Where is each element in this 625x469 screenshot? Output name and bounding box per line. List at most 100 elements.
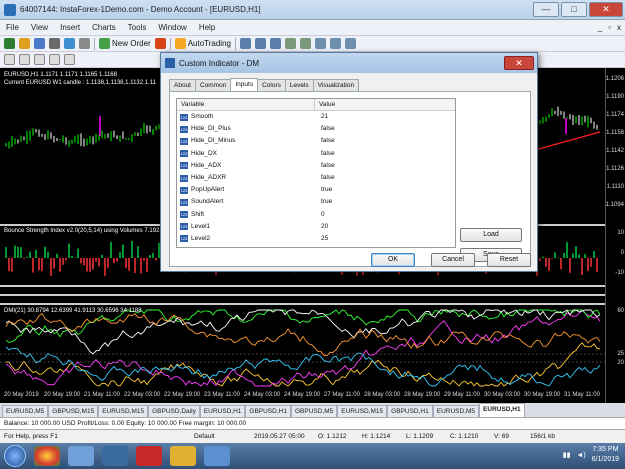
new-order-button[interactable]: New Order bbox=[99, 38, 151, 49]
param-row[interactable]: 123 SoundAlert true bbox=[177, 196, 455, 208]
tab-visualization[interactable]: Visualization bbox=[312, 79, 360, 91]
tile-windows-icon[interactable] bbox=[314, 38, 326, 49]
param-value[interactable]: false bbox=[315, 135, 335, 147]
tab-levels[interactable]: Levels bbox=[284, 79, 314, 91]
date-label: 20 May 2019 bbox=[4, 392, 39, 398]
indicator-icon bbox=[165, 58, 175, 68]
bsi-tick: 10 bbox=[617, 230, 624, 236]
column-variable[interactable]: Variable bbox=[177, 99, 315, 110]
param-value[interactable]: true bbox=[315, 196, 332, 208]
menu-tools[interactable]: Tools bbox=[128, 23, 147, 32]
chart-tab[interactable]: EURUSD,H1 bbox=[479, 403, 525, 417]
media-taskbar-icon[interactable] bbox=[204, 446, 230, 466]
mdi-minimize-button[interactable]: _ bbox=[598, 23, 602, 32]
menu-view[interactable]: View bbox=[31, 23, 48, 32]
profiles-icon[interactable] bbox=[19, 38, 30, 49]
param-row[interactable]: 123 Shift 0 bbox=[177, 209, 455, 221]
status-help: For Help, press F1 bbox=[4, 433, 58, 440]
horizontal-line-icon[interactable] bbox=[49, 54, 60, 65]
clock-time: 7:35 PM bbox=[592, 446, 619, 453]
param-value[interactable]: 0 bbox=[315, 209, 325, 221]
param-value[interactable]: 25 bbox=[315, 233, 328, 245]
param-row[interactable]: 123 PopUpAlert true bbox=[177, 184, 455, 196]
chart-tab[interactable]: EURUSD,M5 bbox=[432, 405, 480, 417]
param-value[interactable]: 21 bbox=[315, 111, 328, 123]
chrome-icon[interactable] bbox=[34, 446, 60, 466]
mdi-close-button[interactable]: x bbox=[617, 23, 621, 32]
market-watch-icon[interactable] bbox=[34, 38, 45, 49]
menu-charts[interactable]: Charts bbox=[92, 23, 116, 32]
variable-type-icon: 123 bbox=[180, 198, 188, 206]
chart-tab[interactable]: GBPUSD,H1 bbox=[387, 405, 433, 417]
chart-tab[interactable]: GBPUSD,H1 bbox=[245, 405, 291, 417]
metaeditor-icon[interactable] bbox=[154, 38, 166, 49]
dialog-close-button[interactable]: ✕ bbox=[504, 56, 534, 70]
tab-inputs[interactable]: Inputs bbox=[230, 78, 259, 91]
autotrading-button[interactable]: AutoTrading bbox=[174, 38, 231, 49]
chart-tab[interactable]: EURUSD,M5 bbox=[2, 405, 49, 417]
menu-help[interactable]: Help bbox=[199, 23, 215, 32]
maximize-button[interactable]: □ bbox=[561, 2, 587, 17]
explorer-icon[interactable] bbox=[68, 446, 94, 466]
param-value[interactable]: false bbox=[315, 123, 335, 135]
ok-button[interactable]: OK bbox=[371, 253, 415, 267]
param-value[interactable]: false bbox=[315, 172, 335, 184]
chart-tab[interactable]: EURUSD,M15 bbox=[98, 405, 149, 417]
panel-separator[interactable] bbox=[0, 294, 605, 296]
load-button[interactable]: Load bbox=[460, 228, 522, 242]
param-row[interactable]: 123 Level1 20 bbox=[177, 221, 455, 233]
chart-tab[interactable]: GBPUSD,Daily bbox=[148, 405, 200, 417]
notes-taskbar-icon[interactable] bbox=[170, 446, 196, 466]
new-chart-icon[interactable] bbox=[4, 38, 15, 49]
param-row[interactable]: 123 Hide_ADX false bbox=[177, 160, 455, 172]
clock[interactable]: 7:35 PM 6/1/2019 bbox=[592, 445, 619, 465]
trendline-icon[interactable] bbox=[64, 54, 75, 65]
param-row[interactable]: 123 Level2 25 bbox=[177, 233, 455, 245]
chart-tab[interactable]: GBPUSD,M5 bbox=[290, 405, 338, 417]
vertical-line-icon[interactable] bbox=[34, 54, 45, 65]
param-row[interactable]: 123 Smooth 21 bbox=[177, 111, 455, 123]
param-value[interactable]: false bbox=[315, 160, 335, 172]
menu-window[interactable]: Window bbox=[158, 23, 186, 32]
start-button[interactable] bbox=[4, 445, 26, 467]
chart-tab[interactable]: EURUSD,H1 bbox=[199, 405, 246, 417]
panel-separator[interactable] bbox=[0, 303, 605, 305]
menu-file[interactable]: File bbox=[6, 23, 19, 32]
app-taskbar-icon[interactable] bbox=[102, 446, 128, 466]
navigator-icon[interactable] bbox=[64, 38, 75, 49]
tab-about[interactable]: About bbox=[169, 79, 196, 91]
network-icon[interactable]: ▮▮ bbox=[563, 451, 571, 459]
volume-icon[interactable]: ◄) bbox=[576, 452, 585, 459]
autoscroll-icon[interactable] bbox=[329, 38, 341, 49]
line-chart-icon[interactable] bbox=[269, 38, 281, 49]
panel-separator[interactable] bbox=[0, 285, 605, 287]
terminal-icon[interactable] bbox=[79, 38, 90, 49]
bar-chart-icon[interactable] bbox=[239, 38, 251, 49]
close-button[interactable]: ✕ bbox=[589, 2, 623, 17]
tab-colors[interactable]: Colors bbox=[257, 79, 286, 91]
reset-button[interactable]: Reset bbox=[487, 253, 531, 267]
tab-common[interactable]: Common bbox=[195, 79, 232, 91]
minimize-button[interactable]: — bbox=[533, 2, 559, 17]
mt4-taskbar-icon[interactable] bbox=[136, 446, 162, 466]
zoom-in-icon[interactable] bbox=[284, 38, 296, 49]
cursor-icon[interactable] bbox=[4, 54, 15, 65]
chart-tab[interactable]: EURUSD,M15 bbox=[337, 405, 388, 417]
menu-insert[interactable]: Insert bbox=[60, 23, 80, 32]
param-row[interactable]: 123 Hide_DI_Minus false bbox=[177, 135, 455, 147]
param-value[interactable]: false bbox=[315, 148, 335, 160]
param-row[interactable]: 123 Hide_ADXR false bbox=[177, 172, 455, 184]
candlestick-icon[interactable] bbox=[254, 38, 266, 49]
crosshair-icon[interactable] bbox=[19, 54, 30, 65]
param-row[interactable]: 123 Hide_DI_Plus false bbox=[177, 123, 455, 135]
param-value[interactable]: true bbox=[315, 184, 332, 196]
column-value[interactable]: Value bbox=[315, 99, 335, 110]
mdi-restore-button[interactable]: ▫ bbox=[608, 23, 611, 32]
zoom-out-icon[interactable] bbox=[299, 38, 311, 49]
cancel-button[interactable]: Cancel bbox=[431, 253, 475, 267]
chart-tab[interactable]: GBPUSD,M15 bbox=[48, 405, 99, 417]
param-value[interactable]: 20 bbox=[315, 221, 328, 233]
chart-shift-icon[interactable] bbox=[344, 38, 356, 49]
data-window-icon[interactable] bbox=[49, 38, 60, 49]
param-row[interactable]: 123 Hide_DX false bbox=[177, 148, 455, 160]
